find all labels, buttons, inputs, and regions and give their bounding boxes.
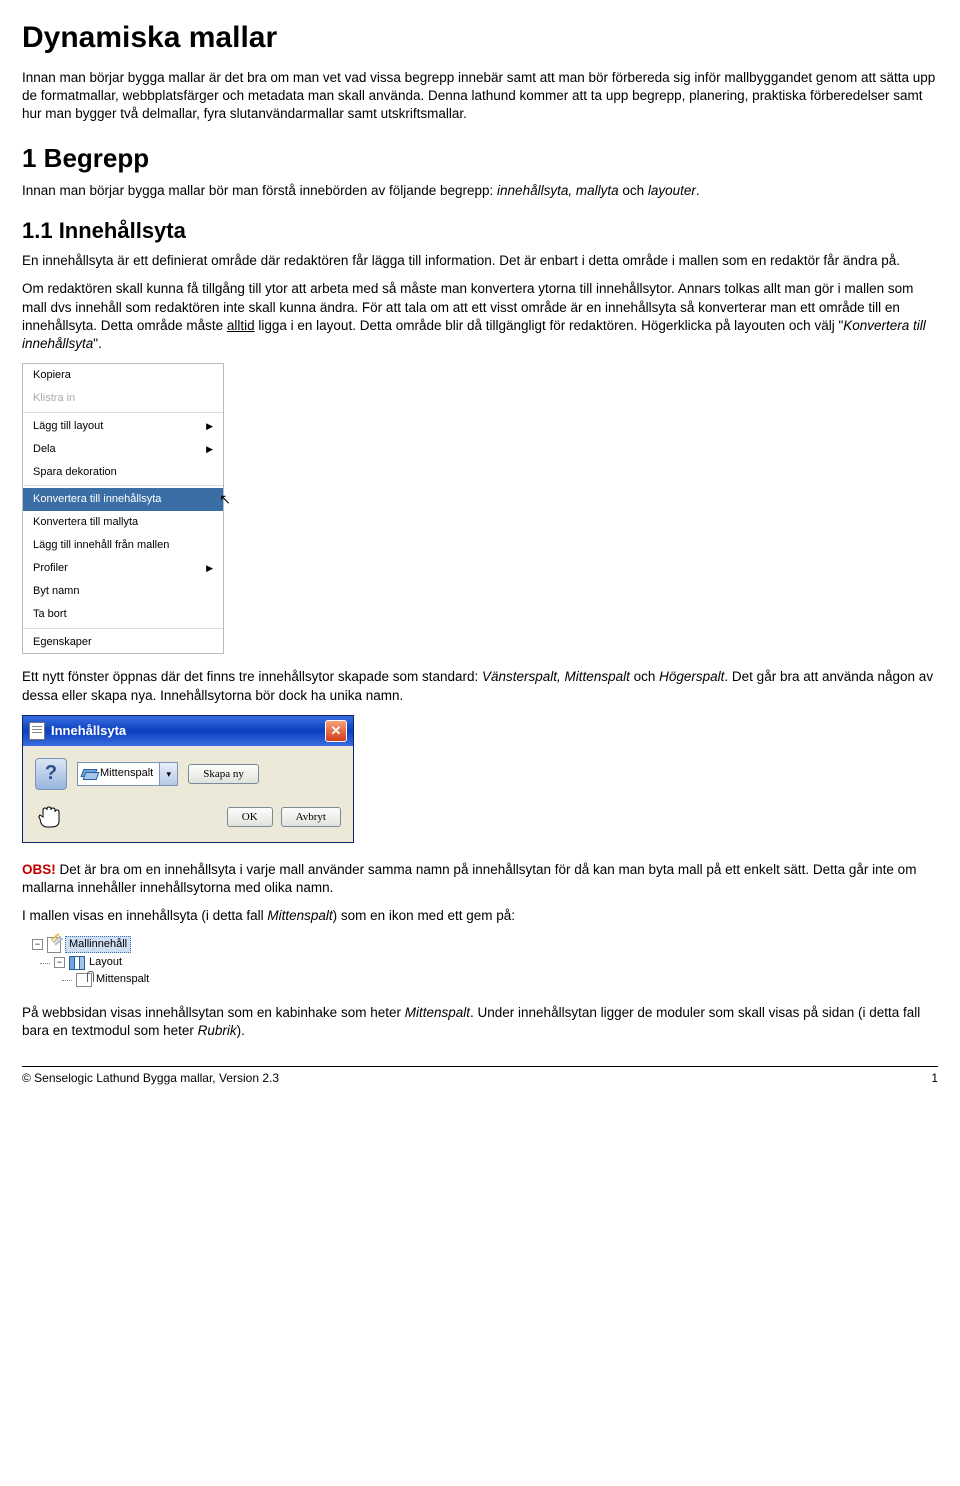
page-title: Dynamiska mallar [22,18,938,59]
menu-label: Kopiera [33,368,71,383]
emphasized-text: Mittenspalt [405,1005,470,1020]
page-footer: © Senselogic Lathund Bygga mallar, Versi… [22,1066,938,1086]
emphasized-text: Vänsterspalt, Mittenspalt [482,669,630,684]
text: ) som en ikon med ett gem på: [333,908,515,923]
text: och [619,183,648,198]
page-number: 1 [931,1070,938,1086]
menu-separator [23,628,223,629]
dialog-title: Innehållsyta [51,722,126,740]
close-button[interactable]: ✕ [325,720,347,742]
expander-icon[interactable]: − [54,957,65,968]
menu-item-add-layout[interactable]: Lägg till layout ▶ [23,415,223,438]
intro-paragraph: Innan man börjar bygga mallar är det bra… [22,69,938,124]
tree-node-label: Mallinnehåll [65,936,131,953]
menu-label: Lägg till layout [33,419,103,434]
create-new-button[interactable]: Skapa ny [188,764,259,784]
submenu-arrow-icon: ▶ [206,443,213,455]
paragraph: Ett nytt fönster öppnas där det finns tr… [22,668,938,704]
menu-item-rename[interactable]: Byt namn [23,580,223,603]
ok-button[interactable]: OK [227,807,273,827]
emphasized-text: Mittenspalt [267,908,332,923]
cancel-button[interactable]: Avbryt [281,807,341,827]
emphasized-text: layouter [648,183,696,198]
menu-item-paste: Klistra in [23,387,223,410]
menu-separator [23,485,223,486]
menu-label: Profiler [33,561,68,576]
template-page-icon [47,937,61,953]
menu-label: Ta bort [33,607,67,622]
text: ". [93,336,102,351]
section-1-1-heading: 1.1 Innehållsyta [22,216,938,246]
tree-content-node[interactable]: Mittenspalt [76,971,938,988]
menu-label: Dela [33,442,56,457]
tree-node-label: Mittenspalt [96,972,149,987]
menu-label: Konvertera till innehållsyta [33,492,161,507]
menu-label: Klistra in [33,391,75,406]
text: Det är bra om en innehållsyta i varje ma… [22,862,916,895]
text: ). [237,1023,245,1038]
text: Innan man börjar bygga mallar bör man fö… [22,183,497,198]
menu-label: Egenskaper [33,635,92,650]
layout-icon [69,956,85,970]
cursor-icon: ↖ [219,490,231,509]
menu-item-convert-content[interactable]: Konvertera till innehållsyta ↖ [23,488,223,511]
menu-item-properties[interactable]: Egenskaper [23,631,223,654]
emphasized-text: Rubrik [198,1023,237,1038]
emphasized-text: Högerspalt [659,669,724,684]
tree-node-label: Layout [89,955,122,970]
tree-layout-node[interactable]: − Layout [54,954,938,971]
text: ligga i en layout. Detta område blir då … [255,318,844,333]
section-1-paragraph: Innan man börjar bygga mallar bör man fö… [22,182,938,200]
footer-copyright: © Senselogic Lathund Bygga mallar, Versi… [22,1070,279,1086]
menu-item-split[interactable]: Dela ▶ [23,438,223,461]
submenu-arrow-icon: ▶ [206,420,213,432]
content-area-select[interactable]: Mittenspalt ▾ [77,762,178,786]
paragraph: I mallen visas en innehållsyta (i detta … [22,907,938,925]
menu-label: Konvertera till mallyta [33,515,138,530]
dropdown-arrow-icon[interactable]: ▾ [159,763,177,785]
underlined-text: alltid [227,318,255,333]
tree-root-node[interactable]: − Mallinnehåll [32,935,938,954]
menu-item-save-decoration[interactable]: Spara dekoration [23,461,223,484]
paragraph: En innehållsyta är ett definierat område… [22,252,938,270]
paragraph: På webbsidan visas innehållsytan som en … [22,1004,938,1040]
paragraph: OBS! Det är bra om en innehållsyta i var… [22,861,938,897]
menu-label: Lägg till innehåll från mallen [33,538,169,553]
expander-icon[interactable]: − [32,939,43,950]
select-value: Mittenspalt [100,766,159,781]
content-area-dialog: Innehållsyta ✕ ? Mittenspalt ▾ Skapa ny … [22,715,354,843]
text: Ett nytt fönster öppnas där det finns tr… [22,669,482,684]
section-1-heading: 1 Begrepp [22,141,938,176]
paragraph: Om redaktören skall kunna få tillgång ti… [22,280,938,353]
context-menu: Kopiera Klistra in Lägg till layout ▶ Del… [22,363,224,654]
submenu-arrow-icon: ▶ [206,562,213,574]
layer-icon [82,769,96,779]
tree-view: − Mallinnehåll − Layout Mittenspalt [32,935,938,988]
emphasized-text: innehållsyta, mallyta [497,183,619,198]
menu-label: Byt namn [33,584,79,599]
menu-item-add-content[interactable]: Lägg till innehåll från mallen [23,534,223,557]
text: . [696,183,700,198]
menu-label: Spara dekoration [33,465,117,480]
hand-icon [35,804,63,830]
document-icon [29,722,45,740]
help-icon[interactable]: ? [35,758,67,790]
text: På webbsidan visas innehållsytan som en … [22,1005,405,1020]
text: I mallen visas en innehållsyta (i detta … [22,908,267,923]
menu-item-copy[interactable]: Kopiera [23,364,223,387]
dialog-titlebar: Innehållsyta ✕ [23,716,353,746]
menu-item-profiles[interactable]: Profiler ▶ [23,557,223,580]
paperclip-icon [76,973,92,987]
obs-label: OBS! [22,862,56,877]
text: och [630,669,659,684]
menu-item-delete[interactable]: Ta bort [23,603,223,626]
menu-separator [23,412,223,413]
menu-item-convert-template[interactable]: Konvertera till mallyta [23,511,223,534]
